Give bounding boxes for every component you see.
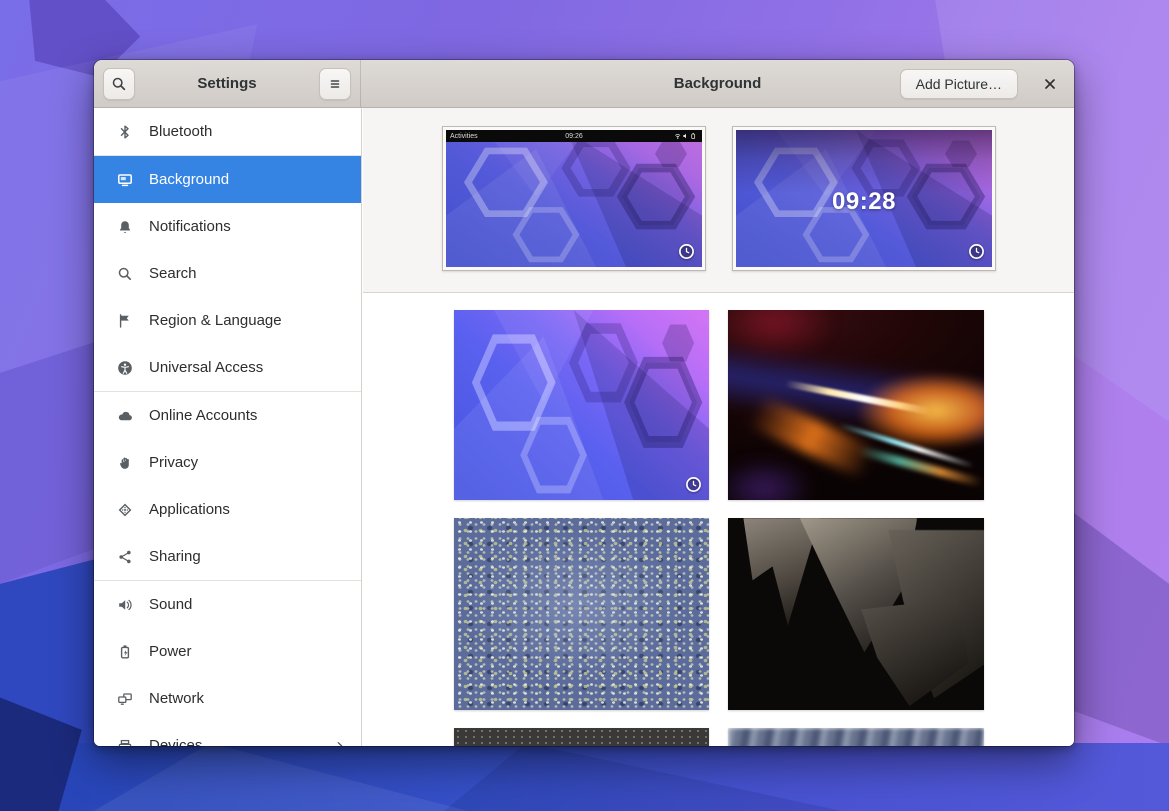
- settings-window: Settings Background Add Picture…: [94, 60, 1074, 746]
- sidebar-item-label: Power: [149, 643, 192, 660]
- sidebar-item-label: Background: [149, 171, 229, 188]
- speaker-icon: [116, 597, 134, 613]
- sidebar-item-label: Sharing: [149, 548, 201, 565]
- sidebar-item-label: Region & Language: [149, 312, 282, 329]
- sidebar-item-power[interactable]: Power: [94, 628, 361, 675]
- sidebar-item-bluetooth[interactable]: Bluetooth: [94, 108, 361, 155]
- lock-screen-clock: 09:28: [736, 188, 992, 216]
- sidebar-item-label: Online Accounts: [149, 407, 257, 424]
- add-picture-button[interactable]: Add Picture…: [900, 69, 1018, 99]
- sidebar-item-background[interactable]: Background: [94, 156, 361, 203]
- sidebar-item-privacy[interactable]: Privacy: [94, 439, 361, 486]
- menu-button[interactable]: [319, 68, 351, 100]
- sidebar-item-sound[interactable]: Sound: [94, 581, 361, 628]
- sidebar-item-label: Sound: [149, 596, 192, 613]
- applications-icon: [116, 502, 134, 518]
- sidebar: Bluetooth Background Notifications Searc…: [94, 108, 362, 746]
- wallpaper-bottom-band: [0, 743, 1169, 811]
- battery-icon: [116, 644, 134, 660]
- desktop-background-preview[interactable]: Activities 09:26: [442, 126, 706, 271]
- sidebar-item-search[interactable]: Search: [94, 250, 361, 297]
- close-icon: [1042, 76, 1058, 92]
- wallpaper-thumbnail-hexagons[interactable]: [454, 310, 709, 500]
- mini-status-icons: [674, 132, 698, 140]
- background-panel: Activities 09:26: [363, 108, 1074, 746]
- hexagon-wallpaper: [446, 130, 702, 267]
- headerbar-right: Background Add Picture…: [361, 60, 1074, 107]
- bluetooth-icon: [116, 124, 134, 140]
- wallpaper-thumbnail-leaves[interactable]: [728, 518, 984, 710]
- cloud-icon: [116, 408, 134, 424]
- sidebar-item-label: Search: [149, 265, 197, 282]
- sidebar-item-label: Privacy: [149, 454, 198, 471]
- sidebar-item-devices[interactable]: Devices: [94, 722, 361, 746]
- refraction-wallpaper: [728, 310, 984, 500]
- chevron-right-icon: [333, 739, 347, 747]
- leaves-wallpaper: [728, 518, 984, 710]
- weave-wallpaper: [728, 728, 984, 746]
- lock-screen-background-preview[interactable]: 09:28: [732, 126, 996, 271]
- search-button[interactable]: [103, 68, 135, 100]
- sidebar-item-sharing[interactable]: Sharing: [94, 533, 361, 580]
- sidebar-item-network[interactable]: Network: [94, 675, 361, 722]
- sidebar-item-notifications[interactable]: Notifications: [94, 203, 361, 250]
- background-preview-section: Activities 09:26: [363, 108, 1074, 293]
- sidebar-item-applications[interactable]: Applications: [94, 486, 361, 533]
- sidebar-item-label: Applications: [149, 501, 230, 518]
- activities-label: Activities: [450, 133, 478, 140]
- headerbar-left: Settings: [94, 60, 361, 107]
- mini-top-bar: Activities 09:26: [446, 130, 702, 142]
- wallpaper-thumbnail-forest[interactable]: [454, 518, 709, 710]
- clock-badge-icon: [968, 243, 985, 260]
- network-icon: [116, 691, 134, 707]
- hexagon-wallpaper: [454, 310, 709, 500]
- sidebar-item-label: Notifications: [149, 218, 231, 235]
- accessibility-icon: [116, 360, 134, 376]
- hand-icon: [116, 455, 134, 471]
- sidebar-item-label: Universal Access: [149, 359, 263, 376]
- clock-badge-icon: [678, 243, 695, 260]
- search-icon: [116, 266, 134, 282]
- display-icon: [116, 172, 134, 188]
- wallpaper-thumbnail-weave[interactable]: [728, 728, 984, 746]
- sidebar-item-label: Network: [149, 690, 204, 707]
- sidebar-item-universal-access[interactable]: Universal Access: [94, 344, 361, 391]
- close-button[interactable]: [1038, 72, 1062, 96]
- sidebar-item-label: Bluetooth: [149, 123, 212, 140]
- dots-wallpaper: [454, 728, 709, 746]
- wallpaper-thumbnail-light-refraction[interactable]: [728, 310, 984, 500]
- forest-wallpaper: [454, 518, 709, 710]
- mini-clock: 09:26: [446, 133, 702, 140]
- sidebar-item-online-accounts[interactable]: Online Accounts: [94, 392, 361, 439]
- clock-badge-icon: [685, 476, 702, 493]
- desktop-wallpaper: Settings Background Add Picture…: [0, 0, 1169, 811]
- sidebar-item-label: Devices: [149, 737, 202, 746]
- share-icon: [116, 549, 134, 565]
- wallpaper-thumbnail-dots[interactable]: [454, 728, 709, 746]
- search-icon: [111, 76, 127, 92]
- printer-icon: [116, 738, 134, 747]
- bell-icon: [116, 219, 134, 235]
- sidebar-item-region-language[interactable]: Region & Language: [94, 297, 361, 344]
- headerbar: Settings Background Add Picture…: [94, 60, 1074, 108]
- flag-icon: [116, 313, 134, 329]
- hamburger-menu-icon: [327, 76, 343, 92]
